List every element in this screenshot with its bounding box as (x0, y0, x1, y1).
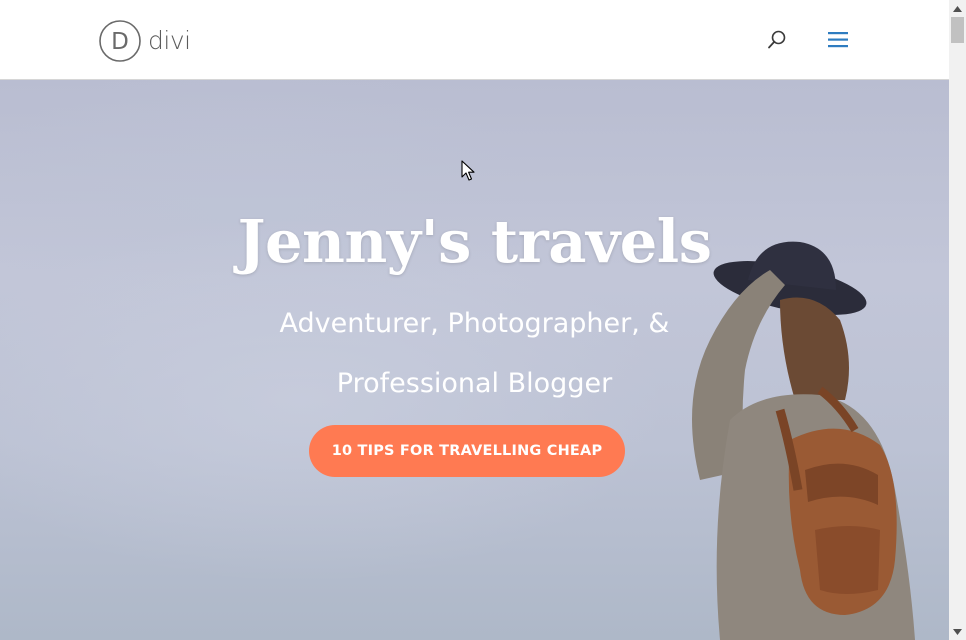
hero-title: Jenny's travels (237, 207, 712, 276)
arrow-up-icon (953, 5, 962, 12)
logo-text: divi (148, 26, 191, 55)
scrollbar-thumb[interactable] (951, 17, 964, 43)
svg-text:D: D (111, 29, 129, 55)
site-header: D divi (0, 0, 949, 80)
logo-d-icon: D (99, 19, 141, 62)
hamburger-menu-icon (828, 32, 848, 48)
hero-subtitle-line2: Professional Blogger (336, 368, 613, 399)
hero-traveler-image (692, 241, 915, 640)
search-icon (768, 30, 786, 49)
hero-subtitle: Adventurer, Photographer, & Professional… (0, 294, 949, 414)
site-logo[interactable]: D divi (99, 19, 191, 62)
mouse-cursor-icon (461, 160, 475, 181)
search-button[interactable] (766, 29, 788, 51)
menu-button[interactable] (826, 30, 850, 50)
arrow-down-icon (953, 628, 962, 635)
scroll-up-button[interactable] (949, 0, 966, 17)
page-scrollbar[interactable] (949, 0, 966, 640)
hero-subtitle-line1: Adventurer, Photographer, & (279, 308, 670, 339)
scroll-down-button[interactable] (949, 623, 966, 640)
travel-tips-button[interactable]: 10 TIPS FOR TRAVELLING CHEAP (309, 425, 625, 477)
